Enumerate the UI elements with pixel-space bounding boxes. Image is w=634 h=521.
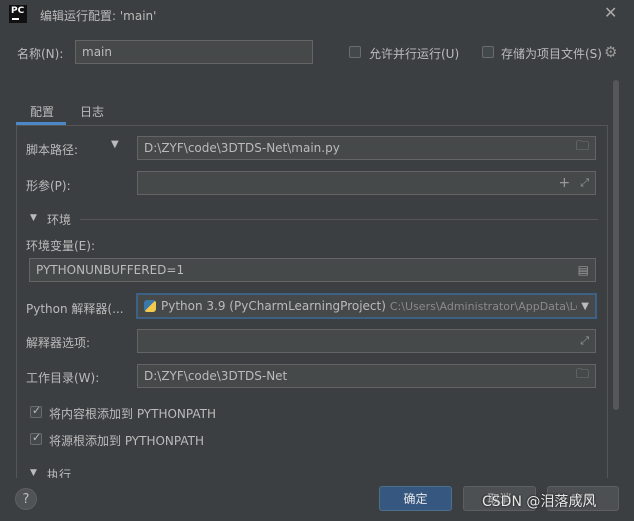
help-button[interactable]: ? — [15, 488, 37, 510]
allow-parallel-checkbox[interactable] — [349, 46, 361, 58]
title-bar: PC 编辑运行配置: 'main' ✕ — [0, 0, 634, 30]
env-vars-label: 环境变量(E): — [26, 239, 95, 253]
folder-icon[interactable]: 🗀 — [576, 365, 589, 387]
ok-button[interactable]: 确定 — [379, 486, 452, 511]
name-input[interactable] — [82, 45, 306, 59]
add-content-roots-checkbox[interactable] — [30, 404, 42, 418]
params-field[interactable]: + ⤢ — [137, 171, 596, 195]
csdn-watermark: CSDN @泪落成风 — [482, 494, 597, 510]
workdir-field[interactable]: 🗀 — [137, 364, 596, 388]
add-source-roots-checkbox[interactable] — [30, 431, 42, 445]
chevron-down-icon[interactable]: ▼ — [581, 301, 589, 312]
name-input-wrapper[interactable] — [75, 40, 313, 64]
scrollbar-thumb[interactable] — [613, 80, 619, 410]
env-vars-input[interactable] — [36, 263, 578, 277]
interpreter-options-field[interactable]: ⤢ — [137, 329, 596, 353]
env-separator — [80, 219, 598, 220]
expand-icon[interactable]: ⤢ — [580, 176, 589, 190]
add-content-roots-label: 将内容根添加到 PYTHONPATH — [49, 407, 216, 421]
add-source-roots-label: 将源根添加到 PYTHONPATH — [49, 434, 204, 448]
script-path-label: 脚本路径: — [26, 143, 79, 157]
allow-parallel-label: 允许并行运行(U) — [369, 47, 460, 61]
help-label: ? — [22, 491, 30, 507]
interpreter-path: C:\Users\Administrator\AppData\Loc — [389, 299, 578, 313]
script-type-dropdown-icon[interactable]: ▼ — [111, 139, 119, 150]
workdir-input[interactable] — [144, 369, 576, 383]
params-input[interactable] — [144, 176, 559, 190]
edit-list-icon[interactable]: ▤ — [578, 263, 589, 277]
folder-icon[interactable]: 🗀 — [576, 137, 589, 159]
script-path-input[interactable] — [144, 141, 576, 155]
expand-icon[interactable]: ⤢ — [580, 334, 589, 348]
script-path-field[interactable]: 🗀 — [137, 136, 596, 160]
env-section-label: 环境 — [47, 213, 72, 227]
interpreter-options-label: 解释器选项: — [26, 336, 91, 350]
tab-log[interactable]: 日志 — [80, 103, 104, 120]
interpreter-name: Python 3.9 (PyCharmLearningProject) — [161, 299, 386, 313]
params-label: 形参(P): — [26, 179, 71, 193]
env-collapse-icon[interactable]: ▼ — [30, 213, 37, 223]
interpreter-label: Python 解释器(... — [26, 302, 124, 316]
env-vars-field[interactable]: ▤ — [29, 258, 596, 282]
store-as-file-label: 存储为项目文件(S) — [501, 47, 602, 61]
interpreter-select[interactable]: Python 3.9 (PyCharmLearningProject) C:\U… — [136, 293, 597, 319]
close-icon[interactable]: ✕ — [604, 5, 617, 21]
python-icon — [144, 300, 156, 312]
workdir-label: 工作目录(W): — [26, 371, 100, 385]
tab-config[interactable]: 配置 — [30, 103, 54, 120]
plus-icon[interactable]: + — [558, 175, 570, 191]
window-title: 编辑运行配置: 'main' — [40, 9, 157, 23]
interpreter-options-input[interactable] — [144, 334, 581, 348]
store-as-file-checkbox[interactable] — [482, 46, 494, 58]
exec-collapse-icon[interactable]: ▼ — [30, 468, 37, 478]
gear-icon[interactable]: ⚙ — [604, 43, 617, 61]
name-label: 名称(N): — [17, 47, 64, 61]
pycharm-logo-icon: PC — [9, 5, 27, 23]
